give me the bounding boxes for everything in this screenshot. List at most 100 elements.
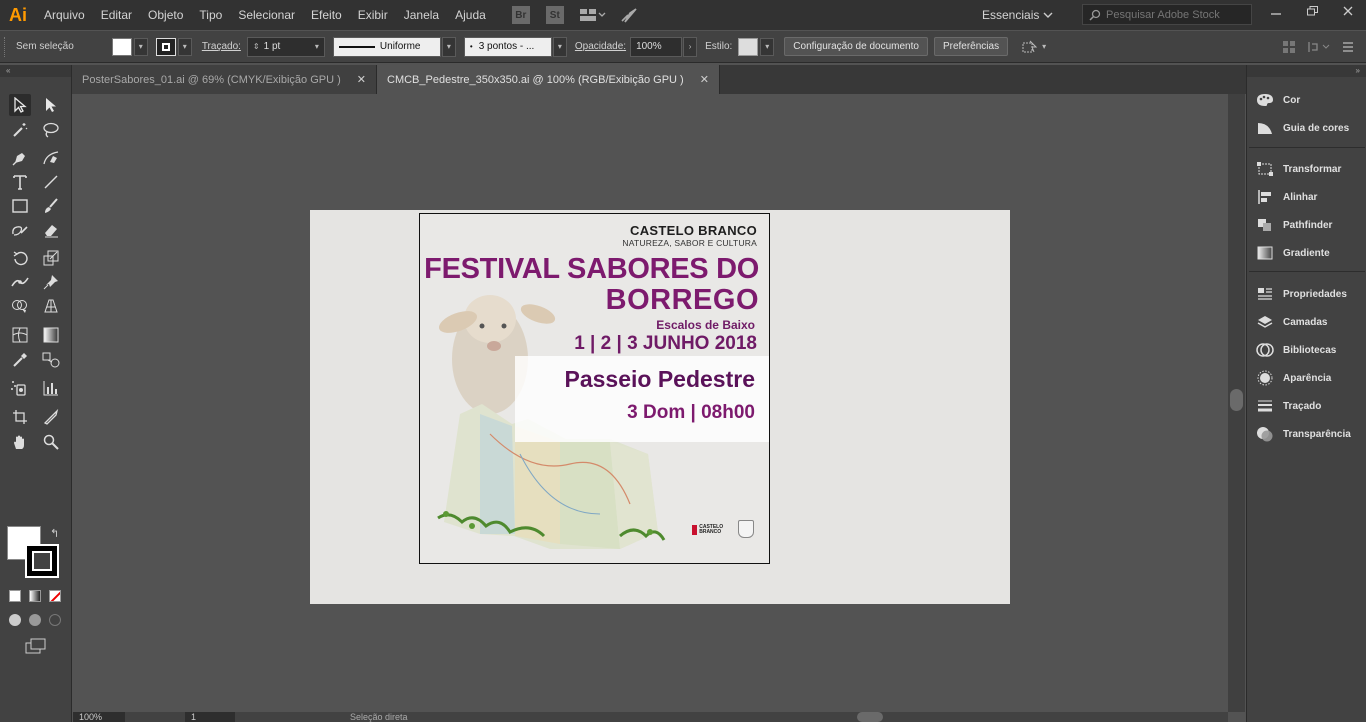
- menu-selecionar[interactable]: Selecionar: [230, 0, 303, 30]
- brush-chevron[interactable]: ▾: [552, 36, 567, 57]
- panel-aparencia[interactable]: Aparência: [1255, 367, 1365, 389]
- stroke-weight-field[interactable]: ⇕ 1 pt ▾: [246, 36, 325, 57]
- type-tool-icon[interactable]: [9, 171, 31, 193]
- menu-ajuda[interactable]: Ajuda: [447, 0, 494, 30]
- opacity-field[interactable]: 100%: [630, 36, 683, 57]
- fill-dropdown[interactable]: ▾: [133, 37, 148, 56]
- tab-cmcb-pedestre[interactable]: CMCB_Pedestre_350x350.ai @ 100% (RGB/Exi…: [377, 65, 720, 94]
- mesh-tool-icon[interactable]: [9, 324, 31, 346]
- panel-alinhar[interactable]: Alinhar: [1255, 186, 1365, 208]
- vertical-scroll-thumb[interactable]: [1230, 389, 1243, 411]
- stroke-swatch[interactable]: [155, 37, 176, 56]
- lasso-tool-icon[interactable]: [40, 119, 62, 141]
- transform-options-icon[interactable]: [1308, 40, 1330, 54]
- pen-tool-icon[interactable]: [9, 147, 31, 169]
- shape-builder-tool-icon[interactable]: [9, 295, 31, 317]
- menu-arquivo[interactable]: Arquivo: [36, 0, 93, 30]
- canvas-area[interactable]: CASTELO BRANCO NATUREZA, SABOR E CULTURA…: [73, 94, 1228, 712]
- align-objects-icon[interactable]: [1282, 40, 1296, 54]
- swap-fill-stroke-icon[interactable]: ↰: [50, 527, 59, 540]
- menu-janela[interactable]: Janela: [396, 0, 447, 30]
- width-tool-icon[interactable]: [9, 271, 31, 293]
- eyedropper-tool-icon[interactable]: [9, 349, 31, 371]
- vertical-scrollbar[interactable]: [1228, 94, 1245, 712]
- panel-bibliotecas[interactable]: Bibliotecas: [1255, 339, 1365, 361]
- screen-mode-icon[interactable]: [25, 638, 47, 657]
- rotate-tool-icon[interactable]: [9, 247, 31, 269]
- menu-tipo[interactable]: Tipo: [191, 0, 230, 30]
- horizontal-scroll-thumb[interactable]: [857, 712, 883, 722]
- close-icon[interactable]: ✕: [700, 73, 709, 86]
- menu-exibir[interactable]: Exibir: [350, 0, 396, 30]
- panel-cor[interactable]: Cor: [1255, 89, 1365, 111]
- gpu-performance-icon[interactable]: [620, 7, 638, 23]
- draw-normal-icon[interactable]: [9, 614, 21, 626]
- brush-dropdown[interactable]: • 3 pontos - ...: [463, 36, 552, 57]
- stroke-label[interactable]: Traçado:: [202, 41, 241, 52]
- perspective-grid-tool-icon[interactable]: [40, 295, 62, 317]
- hand-tool-icon[interactable]: [9, 431, 31, 453]
- column-graph-tool-icon[interactable]: [40, 377, 62, 399]
- rectangle-tool-icon[interactable]: [9, 195, 31, 217]
- close-icon[interactable]: ✕: [357, 73, 366, 86]
- bridge-icon[interactable]: Br: [511, 6, 530, 24]
- collapse-tools-icon[interactable]: «: [0, 65, 71, 77]
- puppet-warp-tool-icon[interactable]: [40, 271, 62, 293]
- slice-tool-icon[interactable]: [40, 406, 62, 428]
- curvature-tool-icon[interactable]: [40, 147, 62, 169]
- minimize-icon[interactable]: [1258, 0, 1294, 22]
- stepper-icon[interactable]: ⇕: [253, 42, 260, 51]
- zoom-field[interactable]: 100%: [73, 712, 125, 722]
- none-mode-icon[interactable]: [49, 590, 61, 602]
- close-icon[interactable]: [1330, 0, 1366, 22]
- preferences-button[interactable]: Preferências: [933, 37, 1009, 56]
- panel-transparencia[interactable]: Transparência: [1255, 423, 1365, 445]
- panel-guia-de-cores[interactable]: Guia de cores: [1255, 117, 1365, 139]
- stroke-profile-dropdown[interactable]: Uniforme: [332, 36, 441, 57]
- stock-search[interactable]: [1082, 4, 1252, 25]
- opacity-label[interactable]: Opacidade:: [575, 41, 626, 52]
- panel-gradiente[interactable]: Gradiente: [1255, 242, 1365, 264]
- artboard-navigator[interactable]: 1: [185, 712, 235, 722]
- stock-search-input[interactable]: [1106, 8, 1246, 21]
- isolation-mode-icon[interactable]: ▾: [1022, 40, 1046, 54]
- stroke-color-box[interactable]: [25, 544, 59, 578]
- panel-pathfinder[interactable]: Pathfinder: [1255, 214, 1365, 236]
- style-dropdown[interactable]: ▾: [760, 37, 775, 56]
- fill-swatch[interactable]: [111, 37, 132, 56]
- menu-objeto[interactable]: Objeto: [140, 0, 191, 30]
- restore-icon[interactable]: [1294, 0, 1330, 22]
- stock-icon[interactable]: St: [545, 6, 564, 24]
- gradient-mode-icon[interactable]: [29, 590, 41, 602]
- direct-selection-tool-icon[interactable]: [40, 94, 62, 116]
- panel-menu-icon[interactable]: [1342, 40, 1354, 54]
- panel-camadas[interactable]: Camadas: [1255, 311, 1365, 333]
- chevron-down-icon[interactable]: ▾: [315, 42, 319, 51]
- color-mode-icon[interactable]: [9, 590, 21, 602]
- grip-handle[interactable]: [4, 36, 8, 57]
- paintbrush-tool-icon[interactable]: [40, 195, 62, 217]
- symbol-sprayer-tool-icon[interactable]: [9, 377, 31, 399]
- line-tool-icon[interactable]: [40, 171, 62, 193]
- stroke-dropdown[interactable]: ▾: [177, 37, 192, 56]
- panel-propriedades[interactable]: Propriedades: [1255, 283, 1365, 305]
- draw-behind-icon[interactable]: [29, 614, 41, 626]
- zoom-tool-icon[interactable]: [40, 431, 62, 453]
- magic-wand-tool-icon[interactable]: [9, 119, 31, 141]
- panel-transformar[interactable]: Transformar: [1255, 158, 1365, 180]
- stroke-profile-chevron[interactable]: ▾: [441, 36, 456, 57]
- style-swatch[interactable]: [738, 37, 759, 56]
- tab-postersabores[interactable]: PosterSabores_01.ai @ 69% (CMYK/Exibição…: [72, 65, 377, 94]
- arrange-documents-icon[interactable]: [579, 8, 606, 22]
- gradient-tool-icon[interactable]: [40, 324, 62, 346]
- menu-editar[interactable]: Editar: [93, 0, 140, 30]
- collapse-panels-icon[interactable]: »: [1247, 65, 1366, 77]
- artboard[interactable]: CASTELO BRANCO NATUREZA, SABOR E CULTURA…: [419, 213, 770, 564]
- blend-tool-icon[interactable]: [40, 349, 62, 371]
- shaper-tool-icon[interactable]: [9, 219, 31, 241]
- scale-tool-icon[interactable]: [40, 247, 62, 269]
- artboard-tool-icon[interactable]: [9, 406, 31, 428]
- selection-tool-icon[interactable]: [9, 94, 31, 116]
- menu-efeito[interactable]: Efeito: [303, 0, 350, 30]
- document-setup-button[interactable]: Configuração de documento: [784, 37, 928, 56]
